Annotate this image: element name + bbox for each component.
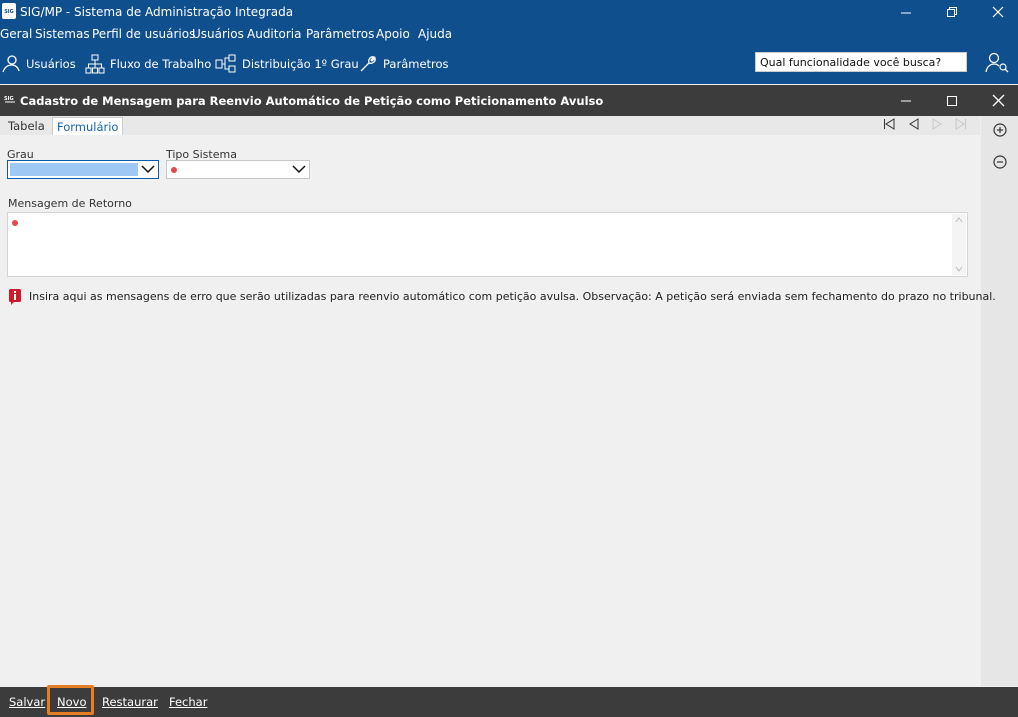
salvar-label: Salvar	[9, 695, 46, 709]
subwindow-minimize-button[interactable]	[886, 85, 926, 116]
restore-button[interactable]	[932, 0, 972, 24]
restaurar-button[interactable]: Restaurar	[102, 695, 158, 709]
subwindow-close-button[interactable]	[978, 85, 1018, 116]
minimize-icon	[901, 100, 911, 101]
menu-sistemas[interactable]: Sistemas	[35, 27, 90, 41]
svg-text:SIG: SIG	[4, 96, 14, 102]
required-indicator	[12, 220, 18, 226]
fechar-button[interactable]: Fechar	[169, 695, 207, 709]
tab-bar: Tabela Formulário	[0, 116, 980, 135]
grau-select[interactable]	[7, 160, 159, 179]
menu-geral[interactable]: Geral	[0, 27, 32, 41]
last-record-icon	[955, 118, 966, 130]
menu-usuarios[interactable]: Usuários	[192, 27, 244, 41]
menu-ajuda[interactable]: Ajuda	[418, 27, 452, 41]
tab-formulario[interactable]: Formulário	[52, 117, 124, 135]
app-title: SIG/MP - Sistema de Administração Integr…	[20, 5, 294, 19]
subwindow-title-bar: SIG Cadastro de Mensagem para Reenvio Au…	[0, 85, 1018, 116]
user-icon	[2, 55, 20, 73]
workflow-icon	[85, 54, 105, 74]
scroll-down-icon	[955, 266, 963, 272]
novo-highlight-box	[47, 685, 94, 715]
first-record-icon	[884, 118, 895, 130]
menu-apoio[interactable]: Apoio	[376, 27, 410, 41]
required-indicator	[171, 167, 177, 173]
wrench-icon	[360, 56, 376, 72]
menu-bar: Geral Sistemas Perfil de usuários Usuári…	[0, 24, 1018, 44]
chevron-down-icon	[141, 165, 155, 174]
zoom-in-icon[interactable]	[993, 123, 1007, 137]
grau-selection-highlight	[10, 163, 138, 176]
distribution-icon	[215, 54, 236, 73]
nav-next-button[interactable]	[929, 117, 945, 131]
scroll-up-icon	[955, 217, 963, 223]
fechar-label: Fechar	[169, 695, 208, 709]
toolbar-parametros[interactable]: Parâmetros	[358, 52, 449, 76]
close-icon	[992, 6, 1004, 18]
textarea-scrollbar[interactable]	[952, 214, 966, 275]
mensagem-de-retorno-textarea[interactable]	[7, 212, 968, 277]
restore-icon	[947, 7, 957, 17]
menu-auditoria[interactable]: Auditoria	[247, 27, 301, 41]
bottom-action-bar: Salvar Novo Restaurar Fechar	[0, 687, 1018, 717]
menu-parametros[interactable]: Parâmetros	[306, 27, 374, 41]
subwindow-logo-icon: SIG	[4, 96, 15, 103]
next-record-icon	[932, 118, 942, 130]
zoom-out-icon[interactable]	[993, 155, 1007, 169]
toolbar-fluxo-de-trabalho[interactable]: Fluxo de Trabalho	[85, 52, 211, 76]
nav-previous-button[interactable]	[906, 117, 922, 131]
svg-text:SIG: SIG	[4, 9, 14, 15]
salvar-button[interactable]: Salvar	[9, 695, 45, 709]
right-side-panel	[981, 116, 1018, 686]
info-message: Insira aqui as mensagens de erro que ser…	[29, 290, 996, 303]
tipo-sistema-select[interactable]	[166, 160, 310, 179]
toolbar-usuarios[interactable]: Usuários	[1, 52, 76, 76]
info-icon	[9, 289, 21, 305]
nav-last-button[interactable]	[953, 117, 969, 131]
minimize-icon	[901, 12, 911, 14]
nav-first-button[interactable]	[881, 117, 897, 131]
close-app-button[interactable]	[978, 0, 1018, 24]
close-icon	[992, 94, 1004, 107]
app-title-bar: SIG SIG/MP - Sistema de Administração In…	[0, 0, 1018, 24]
chevron-down-icon	[292, 165, 306, 174]
toolbar-distribuicao[interactable]: Distribuição 1º Grau	[215, 52, 359, 76]
restaurar-label: Restaurar	[102, 695, 158, 709]
minimize-button[interactable]	[886, 0, 926, 24]
app-logo-icon: SIG	[2, 3, 16, 19]
user-profile-icon[interactable]	[985, 52, 1009, 74]
search-input[interactable]	[755, 52, 967, 72]
maximize-icon	[947, 95, 957, 106]
previous-record-icon	[909, 118, 919, 130]
mensagem-de-retorno-label: Mensagem de Retorno	[8, 197, 132, 210]
subwindow-title: Cadastro de Mensagem para Reenvio Automá…	[20, 94, 604, 108]
menu-perfil-de-usuarios[interactable]: Perfil de usuários	[92, 27, 195, 41]
subwindow-maximize-button[interactable]	[932, 85, 972, 116]
tab-tabela[interactable]: Tabela	[4, 117, 49, 135]
